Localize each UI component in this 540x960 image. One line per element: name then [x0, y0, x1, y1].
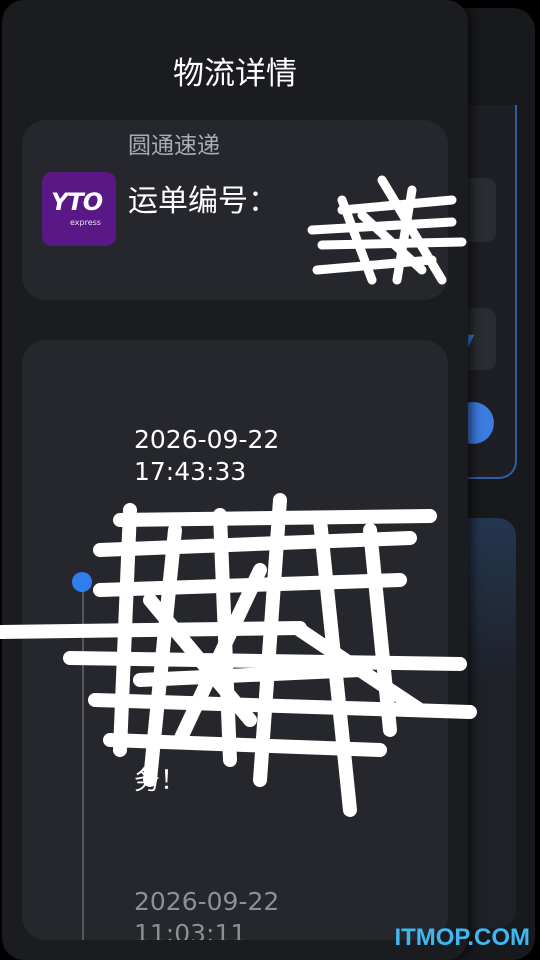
- courier-name: 圆通速递: [128, 133, 220, 159]
- logo-subtext: express: [70, 218, 101, 227]
- site-watermark: ITMOP.COM: [394, 924, 530, 951]
- event-2-time: 11:03:11: [134, 919, 247, 940]
- redaction-scribble-large: [0, 493, 477, 817]
- courier-card[interactable]: 圆通速递 YTO express 运单编号：: [22, 120, 467, 300]
- screen: ▼ 物流详情 圆通速递 YTO express 运单编号： 2026-09-22…: [0, 0, 540, 960]
- event-2-date: 2026-09-22: [134, 887, 280, 916]
- waybill-label: 运单编号：: [128, 184, 278, 219]
- event-1-date: 2026-09-22: [134, 425, 280, 454]
- page-title: 物流详情: [173, 56, 297, 92]
- logo-text: YTO: [51, 188, 103, 216]
- redaction-scribble: [307, 175, 467, 285]
- yto-logo-icon: YTO express: [42, 172, 116, 246]
